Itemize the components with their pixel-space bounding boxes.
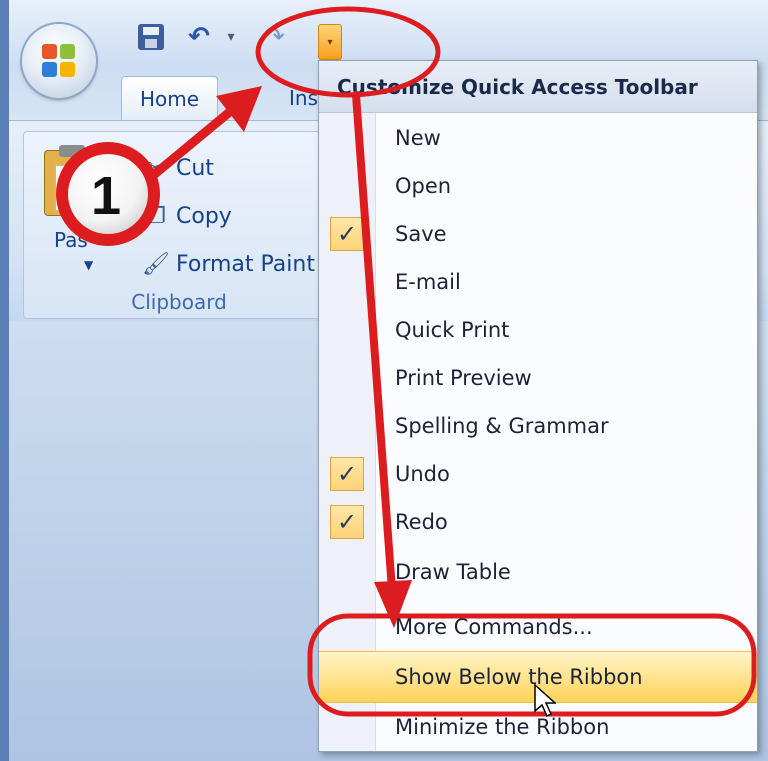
- paintbrush-icon: 🖌: [142, 251, 170, 277]
- menu-item-open[interactable]: Open: [319, 162, 757, 210]
- menu-item-label: Show Below the Ribbon: [395, 665, 643, 689]
- menu-item-print-preview[interactable]: Print Preview: [319, 354, 757, 402]
- customize-dropdown-icon[interactable]: ▾: [318, 24, 342, 60]
- menu-item-spelling-grammar[interactable]: Spelling & Grammar: [319, 402, 757, 450]
- menu-item-label: More Commands...: [395, 615, 593, 639]
- menu-item-label: Open: [395, 174, 452, 198]
- menu-item-email[interactable]: E-mail: [319, 258, 757, 306]
- title-bar: ↶ ▾ ↷: [9, 0, 768, 62]
- menu-title: Customize Quick Access Toolbar: [319, 61, 757, 113]
- menu-item-save[interactable]: ✓ Save: [319, 210, 757, 258]
- menu-item-more-commands[interactable]: More Commands...: [319, 603, 757, 651]
- menu-item-label: Draw Table: [395, 560, 511, 584]
- checkmark-icon: ✓: [330, 217, 364, 251]
- undo-icon[interactable]: ↶: [179, 22, 219, 52]
- checkmark-icon: ✓: [330, 457, 364, 491]
- checkmark-icon: ✓: [330, 505, 364, 539]
- cut-button[interactable]: ✂ Cut: [136, 148, 214, 188]
- paste-button-label[interactable]: Pas: [54, 228, 88, 252]
- menu-item-label: New: [395, 126, 441, 150]
- copy-button[interactable]: ❐ Copy: [136, 196, 232, 236]
- scissors-icon: ✂: [146, 155, 166, 181]
- menu-item-redo[interactable]: ✓ Redo: [319, 498, 757, 546]
- menu-item-label: E-mail: [395, 270, 461, 294]
- clipboard-group-label: Clipboard: [131, 290, 227, 314]
- format-painter-button[interactable]: 🖌 Format Paint: [136, 244, 315, 284]
- copy-label: Copy: [176, 203, 232, 229]
- save-icon[interactable]: [135, 22, 167, 52]
- menu-item-new[interactable]: New: [319, 114, 757, 162]
- menu-item-label: Redo: [395, 510, 448, 534]
- menu-item-label: Quick Print: [395, 318, 510, 342]
- customize-qat-menu: Customize Quick Access Toolbar New Open …: [318, 60, 758, 752]
- menu-item-label: Print Preview: [395, 366, 532, 390]
- menu-item-label: Minimize the Ribbon: [395, 715, 610, 739]
- menu-item-undo[interactable]: ✓ Undo: [319, 450, 757, 498]
- cut-label: Cut: [176, 155, 214, 181]
- clipboard-group: Pas ▼ ✂ Cut ❐ Copy 🖌 Format Paint Clipbo…: [23, 131, 335, 319]
- mouse-pointer-icon: [534, 684, 556, 718]
- menu-item-label: Undo: [395, 462, 450, 486]
- menu-item-quick-print[interactable]: Quick Print: [319, 306, 757, 354]
- menu-item-draw-table[interactable]: Draw Table: [319, 548, 757, 596]
- format-painter-label: Format Paint: [176, 251, 315, 277]
- window-left-edge: [0, 0, 9, 761]
- redo-icon[interactable]: ↷: [257, 22, 291, 52]
- menu-item-label: Save: [395, 222, 447, 246]
- copy-icon: ❐: [146, 203, 166, 229]
- menu-item-label: Spelling & Grammar: [395, 414, 609, 438]
- paste-icon[interactable]: [44, 145, 102, 216]
- paste-dropdown-icon[interactable]: ▼: [84, 258, 93, 272]
- undo-dropdown-icon[interactable]: ▾: [223, 22, 239, 52]
- tab-home[interactable]: Home: [121, 76, 219, 121]
